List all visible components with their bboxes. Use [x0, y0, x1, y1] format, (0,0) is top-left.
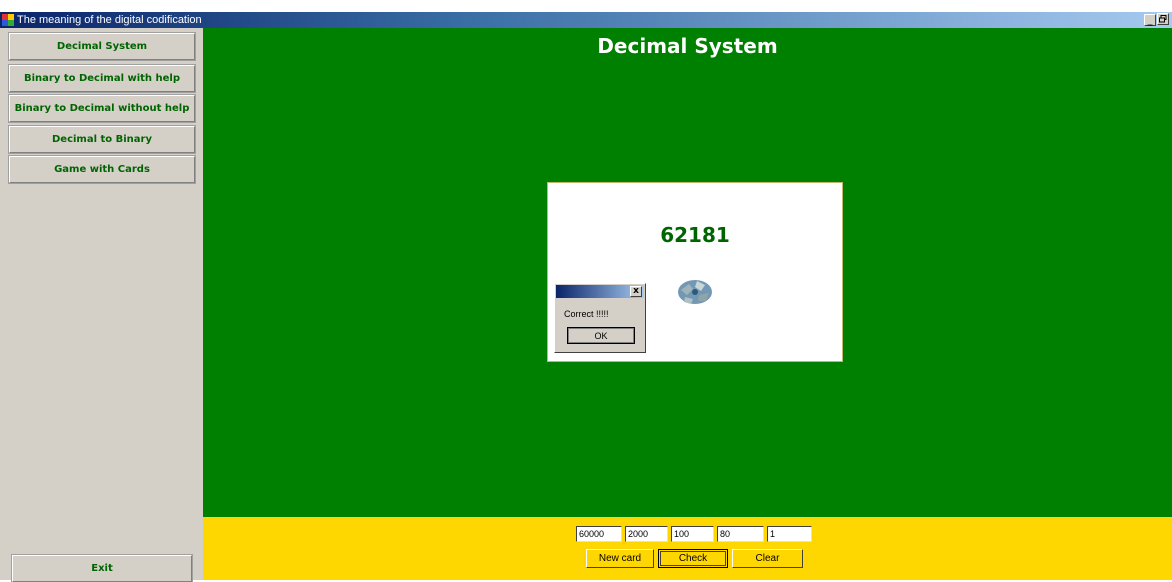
number-card: 62181 x Correct !!!!! OK	[547, 182, 843, 362]
sidebar-item-game-with-cards[interactable]: Game with Cards	[8, 155, 196, 184]
main-panel: Decimal System 62181 x Correct !!!!! OK	[203, 28, 1172, 517]
sidebar-item-decimal-system[interactable]: Decimal System	[8, 32, 196, 61]
answer-input-3[interactable]: 100	[671, 526, 714, 542]
exit-button[interactable]: Exit	[11, 554, 193, 582]
sidebar: Decimal System Binary to Decimal with he…	[0, 28, 203, 582]
app-icon	[2, 14, 14, 26]
answer-bar: 60000 2000 100 80 1 New card Check Clear	[203, 517, 1172, 580]
minimize-button[interactable]: _	[1144, 14, 1156, 26]
card-number: 62181	[660, 223, 730, 247]
dialog-titlebar: x	[556, 285, 644, 298]
message-dialog: x Correct !!!!! OK	[554, 283, 646, 353]
sidebar-item-decimal-to-binary[interactable]: Decimal to Binary	[8, 125, 196, 154]
window-titlebar: The meaning of the digital codification …	[0, 12, 1172, 28]
check-button[interactable]: Check	[658, 549, 728, 568]
answer-input-4[interactable]: 80	[717, 526, 764, 542]
restore-button[interactable]	[1157, 13, 1169, 25]
page-title: Decimal System	[597, 34, 778, 58]
globe-icon	[678, 280, 712, 304]
ok-button[interactable]: OK	[567, 327, 635, 344]
sidebar-item-binary-to-decimal-without-help[interactable]: Binary to Decimal without help	[8, 94, 196, 123]
close-icon[interactable]: x	[630, 286, 642, 297]
new-card-button[interactable]: New card	[586, 549, 654, 568]
answer-input-1[interactable]: 60000	[576, 526, 622, 542]
restore-icon	[1159, 15, 1167, 23]
window-title: The meaning of the digital codification	[17, 14, 202, 26]
clear-button[interactable]: Clear	[732, 549, 803, 568]
answer-input-5[interactable]: 1	[767, 526, 812, 542]
dialog-message: Correct !!!!!	[564, 309, 609, 319]
answer-input-2[interactable]: 2000	[625, 526, 668, 542]
sidebar-item-binary-to-decimal-with-help[interactable]: Binary to Decimal with help	[8, 64, 196, 93]
